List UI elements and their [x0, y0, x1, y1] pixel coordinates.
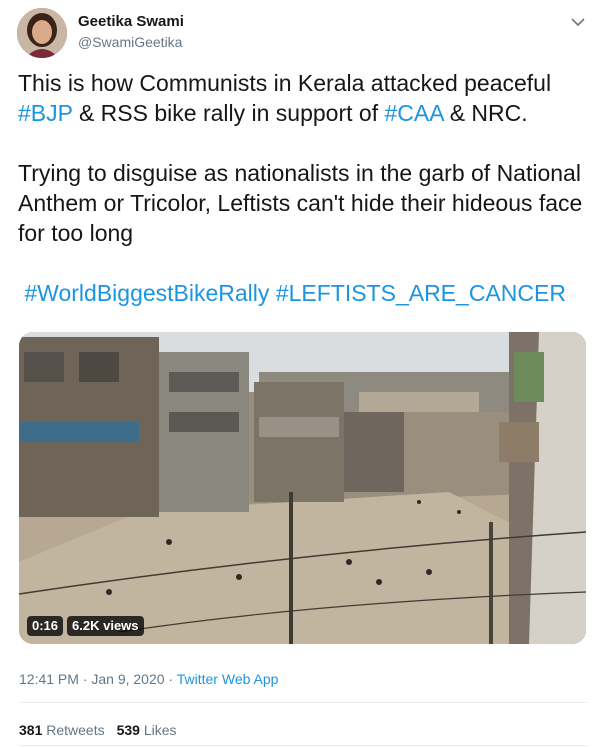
video-overlay: 0:16 6.2K views — [27, 616, 144, 636]
tweet-timestamp[interactable]: 12:41 PM · Jan 9, 2020 · — [19, 671, 177, 687]
tweet-stats: 381 Retweets 539 Likes — [19, 722, 177, 738]
tweet-text-line: Anthem or Tricolor, Leftists can't hide … — [18, 190, 583, 216]
divider — [19, 745, 587, 746]
tweet-source[interactable]: Twitter Web App — [177, 671, 279, 687]
tweet-text-line: #BJP & RSS bike rally in support of #CAA… — [18, 100, 528, 126]
author-name[interactable]: Geetika Swami — [78, 13, 184, 30]
chevron-down-icon[interactable] — [568, 12, 588, 32]
tweet-text: This is how Communists in Kerala attacke… — [18, 68, 588, 308]
tweet-text-line: Trying to disguise as nationalists in th… — [18, 160, 581, 186]
avatar-image — [17, 8, 67, 58]
retweets-count: 381 — [19, 722, 43, 738]
tweet-card: Geetika Swami @SwamiGeetika This is how … — [0, 0, 598, 748]
avatar[interactable] — [17, 8, 67, 58]
video-views: 6.2K views — [67, 616, 144, 636]
video-player[interactable]: 0:16 6.2K views — [19, 332, 586, 644]
retweets-stat[interactable]: 381 Retweets — [19, 722, 105, 738]
hashtag-link[interactable]: #WorldBiggestBikeRally — [24, 280, 269, 306]
retweets-label: Retweets — [46, 722, 105, 738]
tweet-text-line: #WorldBiggestBikeRally #LEFTISTS_ARE_CAN… — [18, 278, 588, 308]
video-duration: 0:16 — [27, 616, 64, 636]
hashtag-link[interactable]: #BJP — [18, 100, 73, 126]
video-thumbnail — [19, 332, 586, 644]
tweet-meta: 12:41 PM · Jan 9, 2020 · Twitter Web App — [19, 671, 278, 687]
hashtag-link[interactable]: #LEFTISTS_ARE_CANCER — [276, 280, 566, 306]
hashtag-link[interactable]: #CAA — [384, 100, 443, 126]
divider — [19, 702, 587, 703]
likes-label: Likes — [143, 722, 177, 738]
tweet-text-line: for too long — [18, 220, 134, 246]
tweet-text-line: This is how Communists in Kerala attacke… — [18, 70, 552, 96]
likes-count: 539 — [116, 722, 140, 738]
author-handle[interactable]: @SwamiGeetika — [78, 34, 182, 50]
likes-stat[interactable]: 539 Likes — [117, 722, 177, 738]
